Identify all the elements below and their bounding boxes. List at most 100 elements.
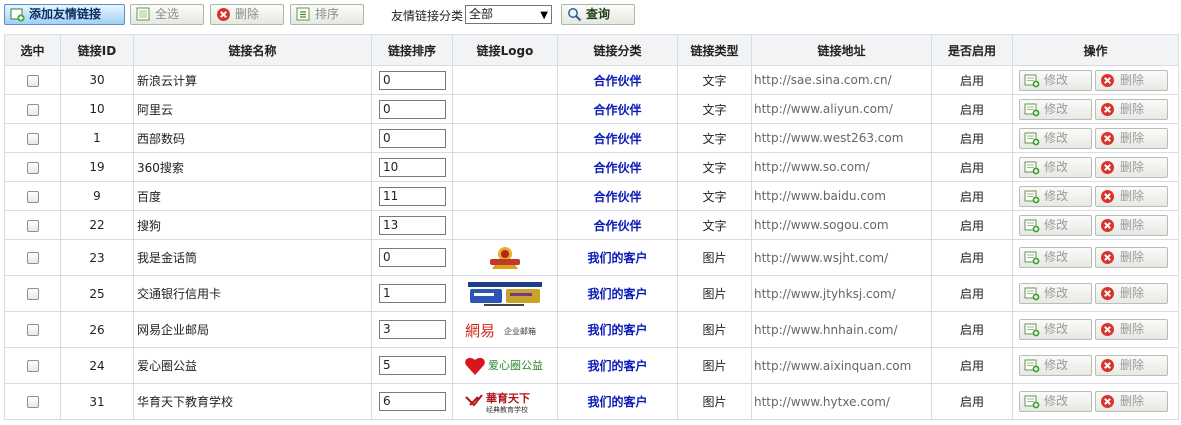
select-all-button[interactable]: 全选	[130, 4, 204, 25]
delete-button[interactable]: 删除	[1095, 156, 1168, 178]
row-checkbox[interactable]	[26, 161, 39, 174]
type-cell: 图片	[677, 347, 752, 384]
edit-icon	[1024, 395, 1040, 409]
logo-cell	[452, 181, 558, 211]
logo-cell: 華育天下 经典教育学校	[452, 383, 558, 420]
category-select-value: 全部	[469, 7, 494, 21]
row-checkbox[interactable]	[26, 288, 39, 300]
edit-button[interactable]: 修改	[1019, 247, 1092, 268]
sort-order-input[interactable]: 0	[379, 99, 446, 119]
query-button[interactable]: 查询	[561, 4, 635, 25]
huayu-logo-sub: 经典教育学校	[486, 405, 528, 414]
edit-button[interactable]: 修改	[1019, 283, 1092, 304]
netease-mail-logo: 網易 企业邮箱	[465, 322, 536, 340]
edit-button[interactable]: 修改	[1019, 319, 1092, 340]
delete-button[interactable]: 删除	[1095, 98, 1168, 120]
select-all-icon	[136, 7, 150, 21]
delete-button[interactable]: 删除	[1095, 214, 1168, 236]
delete-icon	[1101, 251, 1114, 264]
delete-button[interactable]: 删除	[1095, 185, 1168, 207]
edit-button[interactable]: 修改	[1019, 127, 1092, 149]
edit-button[interactable]: 修改	[1019, 355, 1092, 376]
sort-order-input[interactable]: 11	[379, 186, 446, 206]
sort-order-input[interactable]: 1	[379, 284, 446, 303]
sort-order-input[interactable]: 0	[379, 128, 446, 148]
table-row: 31 华育天下教育学校 6 華育天下 经典教育学校 我们的客户 图片 http://www.h…	[4, 383, 1179, 420]
delete-button[interactable]: 删除	[1095, 391, 1168, 412]
category-link[interactable]: 我们的客户	[587, 251, 647, 265]
sort-order-input[interactable]: 3	[379, 320, 446, 339]
row-checkbox[interactable]	[26, 74, 39, 87]
category-link[interactable]: 合作伙伴	[593, 161, 641, 175]
sort-order-input[interactable]: 10	[379, 157, 446, 177]
delete-icon	[1101, 189, 1114, 203]
category-cell: 我们的客户	[557, 383, 678, 420]
row-checkbox[interactable]	[26, 324, 39, 336]
delete-button[interactable]: 删除	[1095, 283, 1168, 304]
row-checkbox[interactable]	[26, 132, 39, 145]
edit-button[interactable]: 修改	[1019, 98, 1092, 120]
row-checkbox[interactable]	[26, 396, 39, 408]
delete-button[interactable]: 删除	[1095, 247, 1168, 268]
delete-button[interactable]: 删除	[1095, 127, 1168, 149]
row-checkbox[interactable]	[26, 190, 39, 203]
ops-cell: 修改 删除	[1012, 152, 1179, 182]
logo-cell	[452, 94, 558, 124]
edit-label: 修改	[1044, 72, 1069, 87]
category-link[interactable]: 合作伙伴	[593, 132, 641, 146]
category-cell: 合作伙伴	[557, 94, 678, 124]
delete-button[interactable]: 删除	[1095, 69, 1168, 91]
ops-cell: 修改 删除	[1012, 347, 1179, 384]
edit-button[interactable]: 修改	[1019, 391, 1092, 412]
id-cell: 19	[60, 152, 134, 182]
enabled-cell: 启用	[931, 311, 1013, 348]
add-link-button[interactable]: 添加友情链接	[4, 4, 125, 25]
sort-order-input[interactable]: 13	[379, 215, 446, 235]
edit-icon	[1024, 323, 1040, 337]
edit-button[interactable]: 修改	[1019, 214, 1092, 236]
type-cell: 文字	[677, 181, 752, 211]
category-link[interactable]: 我们的客户	[587, 359, 647, 373]
row-checkbox[interactable]	[26, 360, 39, 372]
table-row: 9 百度 11 合作伙伴 文字 http://www.baidu.com 启用 修改 删除	[4, 181, 1179, 211]
delete-label: 删除	[1120, 101, 1145, 116]
add-link-label: 添加友情链接	[29, 7, 102, 21]
delete-label: 删除	[1120, 250, 1145, 264]
sort-order-input[interactable]: 6	[379, 392, 446, 411]
url-cell: http://www.jtyhksj.com/	[751, 275, 932, 312]
category-link[interactable]: 合作伙伴	[593, 103, 641, 117]
bankcomm-card-logo	[468, 281, 542, 306]
type-cell: 图片	[677, 311, 752, 348]
sort-button[interactable]: 排序	[290, 4, 364, 25]
row-checkbox[interactable]	[26, 103, 39, 116]
edit-button[interactable]: 修改	[1019, 156, 1092, 178]
sort-order-input[interactable]: 0	[379, 70, 446, 90]
delete-button[interactable]: 删除	[1095, 319, 1168, 340]
delete-button[interactable]: 删除	[1095, 355, 1168, 376]
sort-order-input[interactable]: 5	[379, 356, 446, 375]
url-cell: http://www.hytxe.com/	[751, 383, 932, 420]
row-checkbox[interactable]	[26, 252, 39, 264]
edit-button[interactable]: 修改	[1019, 69, 1092, 91]
category-link[interactable]: 合作伙伴	[593, 74, 641, 88]
sort-cell: 0	[371, 65, 453, 95]
netease-logo-sub: 企业邮箱	[504, 326, 536, 336]
header-ops: 操作	[1012, 34, 1179, 66]
table-row: 25 交通银行信用卡 1 我们的客户 图片 http://www.jtyhksj.com/…	[4, 275, 1179, 312]
sort-order-input[interactable]: 0	[379, 248, 446, 267]
table-row: 30 新浪云计算 0 合作伙伴 文字 http://sae.sina.com.cn/启用修…	[4, 65, 1179, 95]
row-checkbox[interactable]	[26, 219, 39, 232]
category-link[interactable]: 我们的客户	[587, 287, 647, 301]
category-link[interactable]: 合作伙伴	[593, 190, 641, 204]
category-select[interactable]: 全部 ▼	[465, 5, 552, 24]
category-link[interactable]: 合作伙伴	[593, 219, 641, 233]
edit-icon	[1024, 359, 1040, 373]
batch-delete-button[interactable]: 删除	[210, 4, 284, 25]
huayu-logo-text: 華育天下	[486, 391, 530, 405]
category-link[interactable]: 我们的客户	[587, 395, 647, 409]
category-cell: 合作伙伴	[557, 65, 678, 95]
query-label: 查询	[586, 7, 611, 21]
edit-button[interactable]: 修改	[1019, 185, 1092, 207]
category-link[interactable]: 我们的客户	[587, 323, 647, 337]
table-row: 23 我是金话筒 0 我们的客户 图片 http://www.wsjht.com/启用 修改…	[4, 239, 1179, 276]
